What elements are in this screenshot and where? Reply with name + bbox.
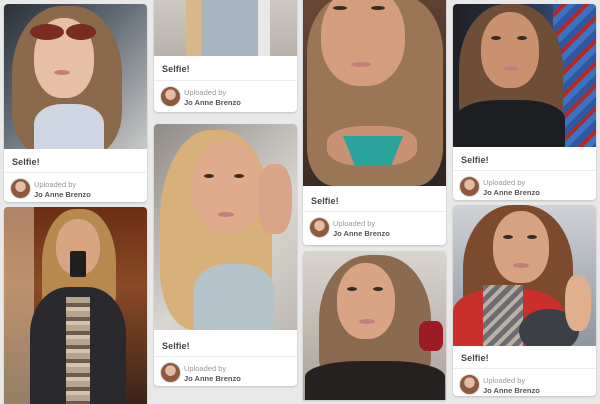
pin-card[interactable]: Selfie! Uploaded by Jo Anne Brenzo <box>154 0 297 112</box>
pin-photo[interactable] <box>303 0 446 186</box>
pin-caption: Selfie! <box>461 155 489 165</box>
pin-caption: Selfie! <box>12 157 40 167</box>
avatar[interactable] <box>459 176 480 197</box>
uploaded-by-label: Uploaded by <box>184 88 227 97</box>
pin-card[interactable]: Selfie! Uploaded by Jo Anne Brenzo <box>154 124 297 386</box>
uploaded-by-label: Uploaded by <box>184 364 227 373</box>
pin-card[interactable] <box>303 251 446 400</box>
avatar[interactable] <box>10 178 31 199</box>
avatar[interactable] <box>459 374 480 395</box>
avatar[interactable] <box>309 217 330 238</box>
pin-photo[interactable] <box>453 4 596 147</box>
pin-card[interactable]: Selfie! Uploaded by Jo Anne Brenzo <box>453 205 596 396</box>
uploader-name[interactable]: Jo Anne Brenzo <box>34 190 91 199</box>
pin-card[interactable]: Selfie! Uploaded by Jo Anne Brenzo <box>453 4 596 200</box>
uploaded-by-label: Uploaded by <box>483 376 526 385</box>
uploader-name[interactable]: Jo Anne Brenzo <box>333 229 390 238</box>
uploaded-by-label: Uploaded by <box>34 180 77 189</box>
avatar[interactable] <box>160 362 181 383</box>
pin-caption: Selfie! <box>162 64 190 74</box>
pin-photo[interactable] <box>303 251 446 400</box>
uploader-name[interactable]: Jo Anne Brenzo <box>483 386 540 395</box>
pin-caption: Selfie! <box>461 353 489 363</box>
pin-card[interactable]: Selfie! Uploaded by Jo Anne Brenzo <box>4 4 147 202</box>
pin-photo[interactable] <box>154 124 297 330</box>
pin-card[interactable]: Selfie! Uploaded by Jo Anne Brenzo <box>303 0 446 245</box>
uploaded-by-label: Uploaded by <box>333 219 376 228</box>
pin-caption: Selfie! <box>311 196 339 206</box>
pin-photo[interactable] <box>453 205 596 346</box>
uploader-name[interactable]: Jo Anne Brenzo <box>184 98 241 107</box>
uploader-name[interactable]: Jo Anne Brenzo <box>184 374 241 383</box>
pin-card[interactable] <box>4 207 147 404</box>
uploader-name[interactable]: Jo Anne Brenzo <box>483 188 540 197</box>
avatar[interactable] <box>160 86 181 107</box>
pin-photo[interactable] <box>4 207 147 404</box>
pin-photo[interactable] <box>154 0 297 56</box>
pin-photo[interactable] <box>4 4 147 149</box>
uploaded-by-label: Uploaded by <box>483 178 526 187</box>
pin-caption: Selfie! <box>162 341 190 351</box>
